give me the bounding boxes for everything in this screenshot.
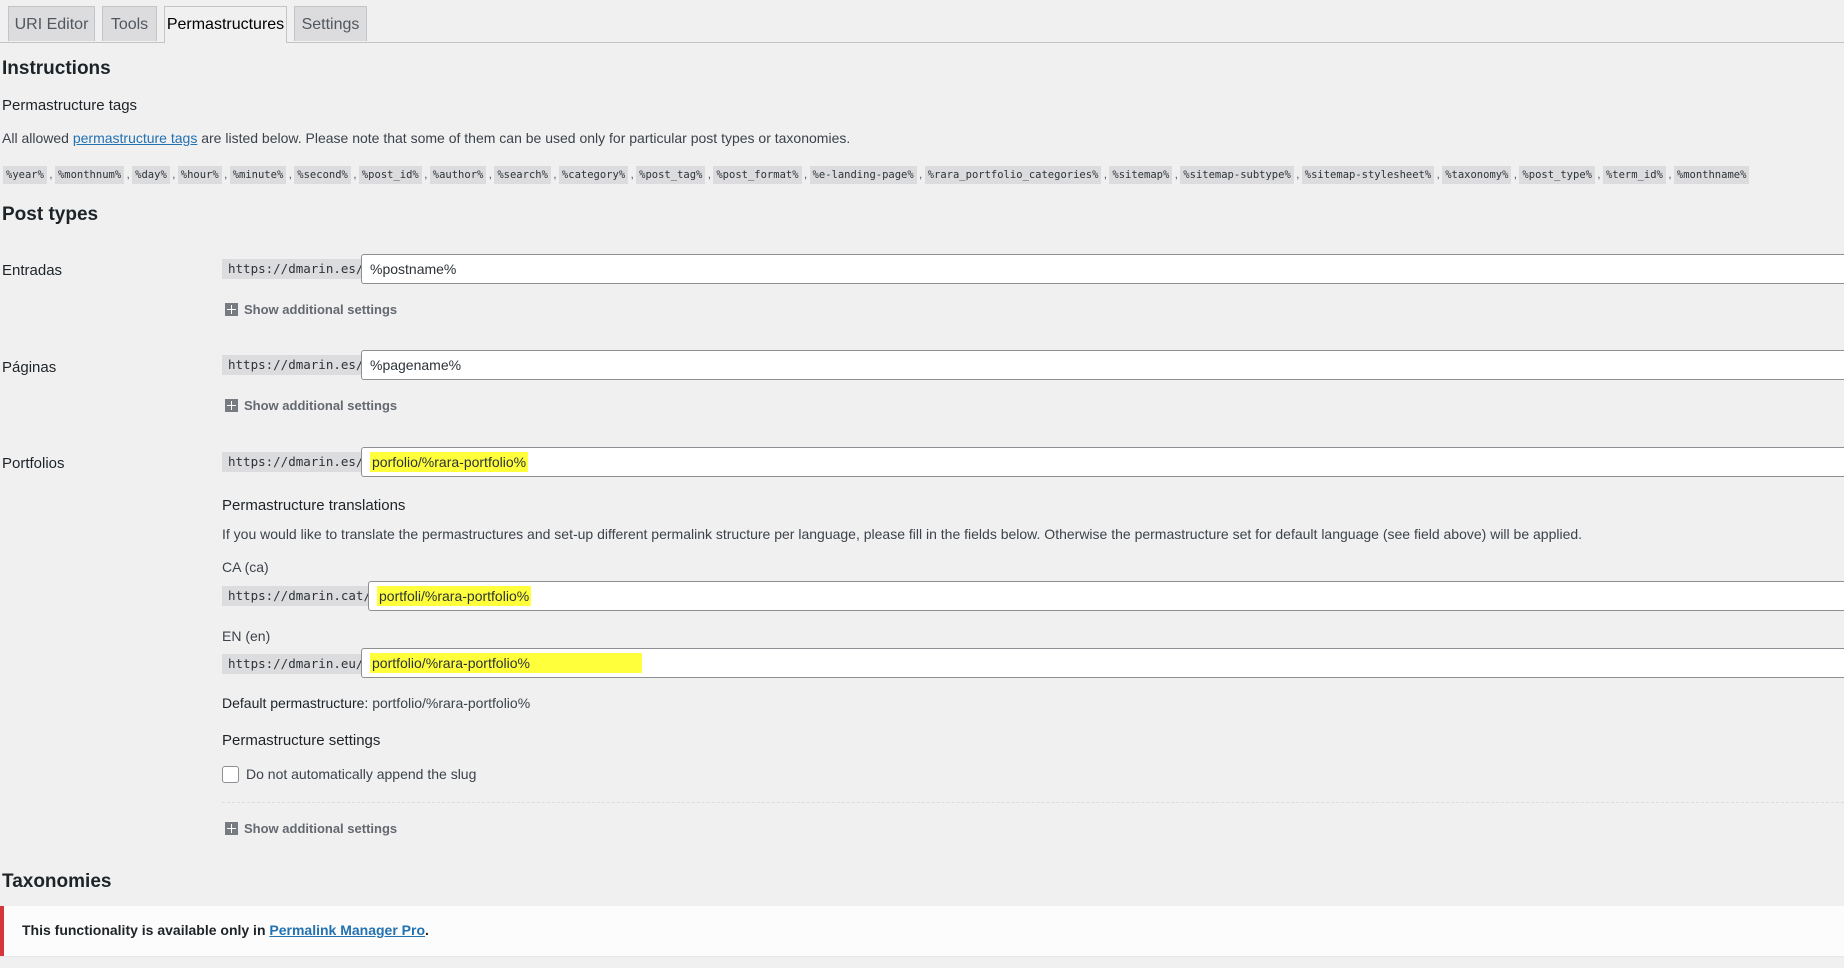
permastructure-tag: %day% [132,166,170,184]
paginas-show-additional-settings[interactable]: Show additional settings [225,398,397,413]
pro-notice: This functionality is available only in … [0,906,1844,956]
show-additional-label: Show additional settings [244,398,398,413]
permastructure-tag: %minute% [229,166,287,184]
permalink-manager-pro-link[interactable]: Permalink Manager Pro [269,922,425,938]
tag-separator: , [49,167,53,181]
tag-separator: , [630,167,634,181]
taxonomies-heading: Taxonomies [2,871,112,892]
tags-intro-after: are listed below. Please note that some … [197,130,851,146]
en-label: EN (en) [222,628,271,644]
permastructure-tag: %monthname% [1673,166,1750,184]
en-value: portfolio/%rara-portfolio% [370,653,642,673]
default-permastructure-label: Default permastructure: [222,695,369,711]
tab-settings[interactable]: Settings [294,6,367,41]
tag-separator: , [1436,167,1440,181]
portfolios-label: Portfolios [2,455,65,472]
expand-icon [225,822,238,835]
tab-uri-editor[interactable]: URI Editor [8,6,95,41]
no-slug-checkbox[interactable] [222,766,239,783]
tag-separator: , [288,167,292,181]
portfolios-prefix: https://dmarin.es/ [222,452,370,472]
tag-separator: , [424,167,428,181]
entradas-permastructure-input[interactable]: %postname% [361,254,1844,284]
tag-separator: , [1597,167,1601,181]
translations-heading: Permastructure translations [222,497,406,514]
no-slug-label: Do not automatically append the slug [246,766,477,782]
pro-notice-before: This functionality is available only in [22,922,270,938]
divider [222,802,1844,803]
portfolios-show-additional-settings[interactable]: Show additional settings [225,821,397,836]
entradas-prefix: https://dmarin.es/ [222,259,370,279]
tag-separator: , [1296,167,1300,181]
tag-separator: , [1103,167,1108,181]
default-permastructure-value: portfolio/%rara-portfolio% [372,695,531,711]
permastructure-tag: %hour% [177,166,222,184]
post-types-heading: Post types [2,204,99,225]
tag-separator: , [553,167,557,181]
tag-separator: , [353,167,357,181]
tag-list: %year%, %monthnum%, %day%, %hour%, %minute%,… [3,166,1833,184]
instructions-heading: Instructions [2,58,111,79]
tag-separator: , [126,167,130,181]
permastructure-tag: %sitemap% [1109,166,1173,184]
tag-separator: , [919,167,923,181]
show-additional-label: Show additional settings [244,302,398,317]
tag-separator: , [1174,167,1178,181]
show-additional-label: Show additional settings [244,821,398,836]
en-permastructure-input[interactable]: portfolio/%rara-portfolio% [361,648,1844,678]
permastructure-tags-link[interactable]: permastructure tags [73,130,198,146]
permastructure-tag: %post_tag% [636,166,706,184]
paginas-label: Páginas [2,359,57,376]
pro-notice-after: . [425,922,429,938]
tag-separator: , [1668,167,1672,181]
permastructure-tag: %year% [3,166,47,184]
tags-intro-before: All allowed [2,130,73,146]
entradas-label: Entradas [2,262,63,279]
default-permastructure: Default permastructure: portfolio/%rara-… [222,695,530,711]
permastructure-tag: %search% [494,166,551,184]
expand-icon [225,399,238,412]
ca-permastructure-input[interactable]: portfoli/%rara-portfolio% [368,581,1844,611]
permastructure-tag: %sitemap-stylesheet% [1301,166,1435,184]
permastructure-tag: %term_id% [1602,166,1666,184]
ca-value: portfoli/%rara-portfolio% [377,586,532,606]
permastructure-tag: %rara_portfolio_categories% [924,166,1102,184]
tag-separator: , [172,167,176,181]
paginas-prefix: https://dmarin.es/ [222,355,370,375]
permastructure-settings-heading: Permastructure settings [222,732,381,749]
permastructure-tag: %e-landing-page% [809,166,917,184]
permastructure-tag: %taxonomy% [1442,166,1512,184]
expand-icon [225,303,238,316]
tab-tools[interactable]: Tools [102,6,157,41]
entradas-show-additional-settings[interactable]: Show additional settings [225,302,397,317]
permastructure-tag: %post_format% [713,166,802,184]
tags-intro: All allowed permastructure tags are list… [2,130,850,146]
permastructure-tag: %category% [558,166,629,184]
permastructure-tag: %second% [294,166,351,184]
ca-label: CA (ca) [222,559,269,575]
permastructure-tag: %author% [429,166,487,184]
translations-help: If you would like to translate the perma… [222,526,1583,542]
tag-separator: , [1513,167,1518,181]
permastructure-tag: %monthnum% [54,166,125,184]
en-prefix: https://dmarin.eu/ [222,654,370,674]
portfolios-permastructure-input[interactable]: porfolio/%rara-portfolio% [361,447,1844,477]
pro-notice-text: This functionality is available only in … [22,922,429,938]
permastructure-tag: %post_type% [1519,166,1595,184]
tag-separator: , [803,167,808,181]
tag-separator: , [488,167,493,181]
tab-bar: URI Editor Tools Permastructures Setting… [0,0,1844,43]
portfolios-value: porfolio/%rara-portfolio% [370,452,529,472]
permastructure-tag: %sitemap-subtype% [1180,166,1294,184]
paginas-permastructure-input[interactable]: %pagename% [361,350,1844,380]
tab-permastructures[interactable]: Permastructures [164,6,287,43]
tags-heading: Permastructure tags [2,97,138,114]
ca-prefix: https://dmarin.cat/ [222,586,377,606]
tag-separator: , [707,167,712,181]
permastructure-tag: %post_id% [358,166,422,184]
tag-separator: , [224,167,228,181]
